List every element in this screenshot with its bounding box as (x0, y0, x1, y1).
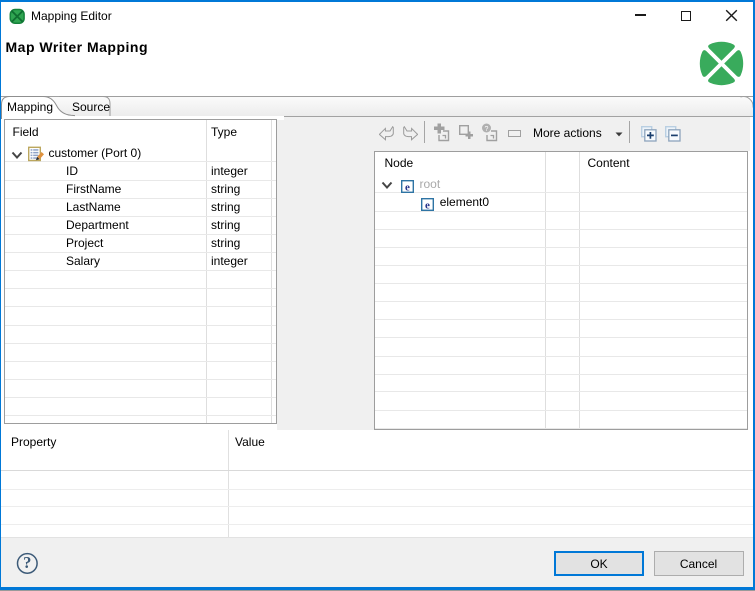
svg-text:e: e (425, 199, 430, 211)
svg-text:?: ? (485, 126, 489, 133)
svg-text:?: ? (23, 553, 31, 572)
svg-text:e: e (405, 181, 410, 193)
